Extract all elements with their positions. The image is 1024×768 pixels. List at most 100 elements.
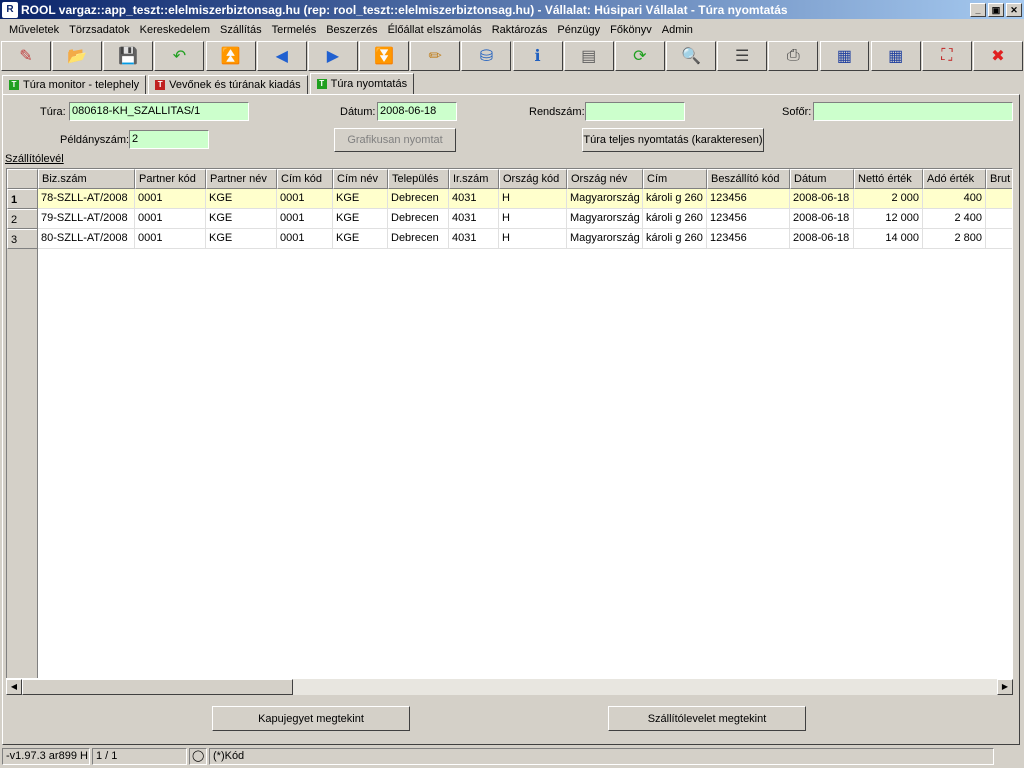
toolbar-button-last-record[interactable]: ⏬: [359, 41, 410, 71]
table-cell[interactable]: 2008-06-18: [790, 209, 854, 229]
toolbar-button-columns[interactable]: ☰: [717, 41, 768, 71]
table-cell[interactable]: H: [499, 209, 567, 229]
table-cell[interactable]: H: [499, 189, 567, 209]
table-cell[interactable]: 2 400: [923, 209, 986, 229]
menu-muveletek[interactable]: Műveletek: [4, 24, 64, 36]
toolbar-button-refresh[interactable]: ⟳: [614, 41, 665, 71]
table-cell[interactable]: KGE: [206, 229, 277, 249]
toolbar-button-first-record[interactable]: ⏫: [205, 41, 256, 71]
col-header[interactable]: Biz.szám: [38, 169, 135, 189]
table-cell[interactable]: károli g 260: [643, 189, 707, 209]
table-cell[interactable]: Magyarország: [567, 209, 643, 229]
table-cell[interactable]: 0001: [135, 229, 206, 249]
col-header[interactable]: Cím név: [333, 169, 388, 189]
col-header[interactable]: Nettó érték: [854, 169, 923, 189]
table-cell[interactable]: KGE: [206, 209, 277, 229]
table-cell[interactable]: H: [499, 229, 567, 249]
table-cell[interactable]: 123456: [707, 209, 790, 229]
table-row[interactable]: 79-SZLL-AT/2008 0001 KGE 0001 KGE Debrecen 403…: [38, 209, 1012, 229]
menu-admin[interactable]: Admin: [657, 24, 698, 36]
maximize-button[interactable]: ▣: [988, 2, 1004, 17]
table-cell[interactable]: károli g 260: [643, 209, 707, 229]
table-cell[interactable]: 400: [923, 189, 986, 209]
toolbar-button-search[interactable]: 🔍: [666, 41, 716, 71]
table-cell[interactable]: károli g 260: [643, 229, 707, 249]
tab-tura-nyomtatas[interactable]: T Túra nyomtatás: [309, 73, 415, 95]
toolbar-button-exit[interactable]: ✖: [972, 41, 1023, 71]
col-header[interactable]: Adó érték: [923, 169, 986, 189]
table-row[interactable]: 80-SZLL-AT/2008 0001 KGE 0001 KGE Debrecen 403…: [38, 229, 1012, 249]
toolbar-button-save[interactable]: 💾: [103, 41, 154, 71]
col-header[interactable]: Partner név: [206, 169, 277, 189]
kapujegyet-megtekint-button[interactable]: Kapujegyet megtekint: [212, 706, 410, 731]
table-cell[interactable]: Magyarország: [567, 189, 643, 209]
toolbar-button-print[interactable]: ⎙: [768, 41, 819, 71]
table-cell[interactable]: Debrecen: [388, 209, 449, 229]
table-cell[interactable]: 2008-06-18: [790, 189, 854, 209]
close-window-button[interactable]: ✕: [1006, 2, 1022, 17]
table-cell[interactable]: KGE: [333, 229, 388, 249]
row-number[interactable]: 2: [7, 209, 37, 229]
tura-field[interactable]: 080618-KH_SZALLITAS/1: [69, 102, 249, 121]
col-header[interactable]: Brut: [986, 169, 1012, 189]
scroll-right-icon[interactable]: ▶: [997, 679, 1013, 695]
col-header[interactable]: Partner kód: [135, 169, 206, 189]
table-cell[interactable]: [986, 229, 1012, 249]
table-cell[interactable]: 123456: [707, 229, 790, 249]
menu-kereskedelem[interactable]: Kereskedelem: [135, 24, 215, 36]
table-cell[interactable]: 80-SZLL-AT/2008: [38, 229, 135, 249]
table-cell[interactable]: KGE: [333, 209, 388, 229]
rendszam-field[interactable]: [585, 102, 685, 121]
col-header[interactable]: Település: [388, 169, 449, 189]
toolbar-button-previous-record[interactable]: ◀: [256, 41, 307, 71]
tab-tura-monitor[interactable]: T Túra monitor - telephely: [2, 75, 147, 95]
menu-fokonyv[interactable]: Főkönyv: [605, 24, 657, 36]
table-cell[interactable]: 79-SZLL-AT/2008: [38, 209, 135, 229]
toolbar-button-next-record[interactable]: ▶: [307, 41, 358, 71]
table-cell[interactable]: 0001: [277, 189, 333, 209]
scroll-thumb[interactable]: [22, 679, 293, 695]
toolbar-button-database[interactable]: ⛁: [461, 41, 512, 71]
row-number[interactable]: 3: [7, 229, 37, 249]
table-cell[interactable]: 4031: [449, 189, 499, 209]
menu-szallitas[interactable]: Szállítás: [215, 24, 267, 36]
sofor-field[interactable]: [813, 102, 1013, 121]
szallitolevelet-megtekint-button[interactable]: Szállítólevelet megtekint: [608, 706, 806, 731]
menu-eloallat[interactable]: Élőállat elszámolás: [383, 24, 487, 36]
datum-field[interactable]: 2008-06-18: [377, 102, 457, 121]
toolbar-button-fullscreen[interactable]: ⛶: [921, 41, 972, 71]
table-cell[interactable]: 2 800: [923, 229, 986, 249]
table-cell[interactable]: 4031: [449, 209, 499, 229]
table-cell[interactable]: 0001: [135, 209, 206, 229]
toolbar-button-notepad[interactable]: ✏: [410, 41, 461, 71]
toolbar-button-open-folder[interactable]: 📂: [52, 41, 103, 71]
menu-termeles[interactable]: Termelés: [267, 24, 322, 36]
col-header[interactable]: Cím kód: [277, 169, 333, 189]
menu-torzsadatok[interactable]: Törzsadatok: [64, 24, 135, 36]
table-cell[interactable]: 78-SZLL-AT/2008: [38, 189, 135, 209]
table-cell[interactable]: 2008-06-18: [790, 229, 854, 249]
table-cell[interactable]: 4031: [449, 229, 499, 249]
table-cell[interactable]: KGE: [206, 189, 277, 209]
table-cell[interactable]: Debrecen: [388, 189, 449, 209]
table-row[interactable]: 78-SZLL-AT/2008 0001 KGE 0001 KGE Debrecen 403…: [38, 189, 1012, 209]
table-cell[interactable]: 123456: [707, 189, 790, 209]
col-header[interactable]: Dátum: [790, 169, 854, 189]
tab-vevonek-kiadas[interactable]: T Vevőnek és túrának kiadás: [148, 75, 308, 95]
table-cell[interactable]: 0001: [277, 209, 333, 229]
toolbar-button-form-view[interactable]: ▤: [563, 41, 614, 71]
toolbar-button-undo[interactable]: ↶: [154, 41, 205, 71]
toolbar-button-grid-import[interactable]: ▦: [870, 41, 921, 71]
toolbar-button-grid-export[interactable]: ▦: [819, 41, 870, 71]
grafikusan-nyomtat-button[interactable]: Grafikusan nyomtat: [334, 128, 456, 152]
menu-raktarozas[interactable]: Raktározás: [487, 24, 553, 36]
table-cell[interactable]: 12 000: [854, 209, 923, 229]
row-number[interactable]: 1: [7, 189, 37, 209]
tura-teljes-nyomtatas-button[interactable]: Túra teljes nyomtatás (karakteresen): [582, 128, 764, 152]
table-cell[interactable]: Debrecen: [388, 229, 449, 249]
table-cell[interactable]: 2 000: [854, 189, 923, 209]
col-header[interactable]: Ir.szám: [449, 169, 499, 189]
table-cell[interactable]: 0001: [135, 189, 206, 209]
table-cell[interactable]: 0001: [277, 229, 333, 249]
table-cell[interactable]: KGE: [333, 189, 388, 209]
